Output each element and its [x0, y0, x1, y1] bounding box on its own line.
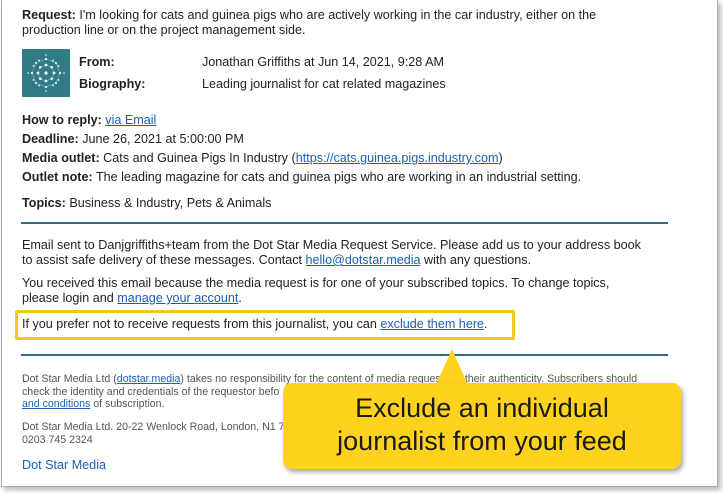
disc-a: Dot Star Media Ltd ( — [22, 373, 117, 385]
topics: Topics: Business & Industry, Pets & Anim… — [22, 196, 271, 211]
reply-label: How to reply: — [22, 113, 102, 127]
from-label: From: — [79, 55, 115, 69]
exclude-notice: If you prefer not to receive requests fr… — [22, 317, 488, 332]
recv-line1: You received this email because the medi… — [22, 276, 610, 290]
recv-line2-a: please login and — [22, 291, 118, 305]
sent-notice: Email sent to Danjgriffiths+team from th… — [22, 238, 702, 268]
reply-via-email-link[interactable]: via Email — [105, 113, 156, 127]
divider-top — [21, 222, 668, 224]
request-text-line1: I'm looking for cats and guinea pigs who… — [79, 8, 597, 22]
outlet-url-link[interactable]: https://cats.guinea.pigs.industry.com — [296, 151, 499, 165]
terms-link[interactable]: and conditions — [22, 398, 90, 410]
deadline: Deadline: June 26, 2021 at 5:00:00 PM — [22, 132, 244, 147]
outlet-label: Media outlet: — [22, 151, 100, 165]
callout-box: Exclude an individual journalist from yo… — [283, 383, 681, 469]
bio-value: Leading journalist for cat related magaz… — [202, 77, 446, 91]
request-block: Request: I'm looking for cats and guinea… — [22, 8, 702, 38]
addr-line2: 0203 745 2324 — [22, 433, 93, 446]
disc-line3-b: of subscription. — [90, 398, 165, 410]
note-value: The leading magazine for cats and guinea… — [95, 170, 582, 184]
sent-line2-a: to assist safe delivery of these message… — [22, 253, 306, 267]
dotstar-logo-svg — [27, 54, 65, 92]
sent-line2-b: with any questions. — [420, 253, 532, 267]
divider-bottom — [21, 354, 668, 356]
addr-line1: Dot Star Media Ltd. 20-22 Wenlock Road, … — [22, 421, 285, 433]
email-window: Request: I'm looking for cats and guinea… — [1, 0, 718, 487]
exclude-journalist-link[interactable]: exclude them here — [380, 317, 484, 331]
recv-line2-b: . — [238, 291, 242, 305]
from-value: Jonathan Griffiths at Jun 14, 2021, 9:28… — [202, 55, 445, 69]
dotstar-media-link[interactable]: dotstar.media — [117, 373, 181, 385]
contact-email-link[interactable]: hello@dotstar.media — [306, 253, 421, 267]
manage-account-link[interactable]: manage your account — [117, 291, 238, 305]
sent-line1: Email sent to Danjgriffiths+team from th… — [22, 238, 641, 252]
exclude-text: If you prefer not to receive requests fr… — [22, 317, 381, 331]
deadline-label: Deadline: — [22, 132, 79, 146]
how-to-reply: How to reply: via Email — [22, 113, 156, 128]
deadline-value: June 26, 2021 at 5:00:00 PM — [82, 132, 244, 146]
callout-text: Exclude an individual journalist from yo… — [283, 392, 681, 458]
note-label: Outlet note: — [22, 170, 93, 184]
brand-footer: Dot Star Media — [22, 458, 106, 473]
received-notice: You received this email because the medi… — [22, 276, 702, 306]
outlet-value: Cats and Guinea Pigs In Industry ( — [103, 151, 296, 165]
dotstar-logo-icon — [22, 49, 70, 97]
bio-label: Biography: — [79, 77, 146, 91]
exclude-end: . — [484, 317, 488, 331]
dotstar-brand-link[interactable]: Dot Star Media — [22, 458, 106, 472]
topics-value: Business & Industry, Pets & Animals — [69, 196, 272, 210]
disc-line2: check the identity and credentials of th… — [22, 385, 280, 398]
request-text-line2: production line or on the project manage… — [22, 23, 306, 37]
outlet-note: Outlet note: The leading magazine for ca… — [22, 170, 581, 185]
request-label: Request: — [22, 8, 76, 22]
callout-line2: journalist from your feed — [337, 426, 627, 456]
outlet-close: ) — [498, 151, 503, 165]
callout-pointer — [436, 349, 468, 385]
callout-line1: Exclude an individual — [355, 393, 609, 423]
topics-label: Topics: — [22, 196, 66, 210]
media-outlet: Media outlet: Cats and Guinea Pigs In In… — [22, 151, 503, 166]
